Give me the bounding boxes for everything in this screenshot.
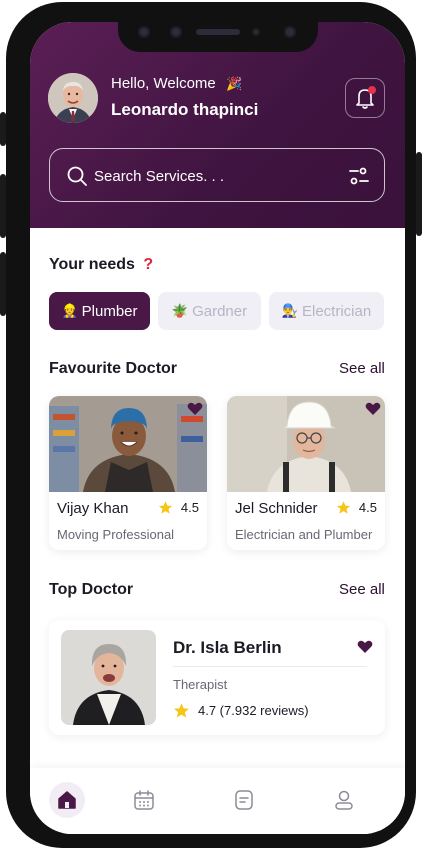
- greeting-label: Hello, Welcome: [111, 75, 216, 92]
- notch: [118, 22, 318, 52]
- needs-title-text: Your needs: [49, 256, 135, 273]
- camera-dot: [170, 26, 182, 38]
- mute-switch: [0, 112, 6, 146]
- card-name: Vijay Khan: [57, 500, 129, 517]
- plumber-icon: 👷: [61, 303, 78, 318]
- nav-profile[interactable]: [326, 782, 362, 818]
- star-icon: [158, 501, 172, 514]
- doctor-rating-text: 4.7 (7.932 reviews): [198, 703, 309, 718]
- profile-icon: [335, 790, 353, 810]
- star-icon: [174, 703, 189, 718]
- card-rating-value: 4.5: [180, 500, 199, 515]
- phone-frame: Hello, Welcome 🎉 Leonardo thapinci Searc…: [0, 2, 422, 848]
- chip-electrician[interactable]: 👨‍🔧 Electrician: [269, 292, 384, 330]
- top-title: Top Doctor: [49, 581, 134, 598]
- notification-badge: [368, 86, 376, 94]
- top-see-all-link[interactable]: See all: [339, 581, 385, 598]
- volume-up-button: [0, 174, 6, 238]
- top-doctor-card[interactable]: Dr. Isla Berlin Therapist 4.7 (7.932 rev…: [49, 620, 385, 735]
- filter-icon[interactable]: [348, 165, 370, 187]
- bell-icon: [356, 89, 374, 109]
- favourite-card-jel[interactable]: Jel Schnider 4.5 Electrician and Plumber: [227, 396, 385, 550]
- chip-plumber[interactable]: 👷 Plumber: [49, 292, 150, 330]
- volume-down-button: [0, 252, 6, 316]
- nav-documents[interactable]: [226, 782, 262, 818]
- favourite-see-all-link[interactable]: See all: [339, 360, 385, 377]
- heart-icon[interactable]: [365, 402, 381, 416]
- front-camera: [284, 26, 296, 38]
- speaker-grille: [196, 29, 240, 35]
- heart-icon[interactable]: [357, 640, 373, 654]
- document-icon: [235, 790, 253, 810]
- calendar-icon: [134, 790, 154, 810]
- home-icon: [58, 791, 76, 809]
- chip-gardner[interactable]: 🪴 Gardner: [158, 292, 261, 330]
- search-input[interactable]: [94, 165, 334, 187]
- vijay-photo: [49, 396, 207, 492]
- sensor-dot: [138, 26, 150, 38]
- favourite-card-vijay[interactable]: Vijay Khan 4.5 Moving Professional: [49, 396, 207, 550]
- bottom-nav: [30, 768, 405, 834]
- card-subtitle: Moving Professional: [57, 527, 175, 542]
- search-bar[interactable]: [49, 148, 385, 202]
- avatar-image: [48, 73, 98, 123]
- card-name: Jel Schnider: [235, 500, 318, 517]
- greeting-text: Hello, Welcome 🎉: [111, 75, 242, 92]
- divider: [173, 666, 367, 667]
- doctor-rating: 4.7 (7.932 reviews): [173, 702, 309, 719]
- search-icon: [67, 166, 87, 186]
- plant-icon: 🪴: [171, 303, 189, 318]
- doctor-photo: [61, 630, 156, 725]
- favourite-title: Favourite Doctor: [49, 360, 178, 377]
- doctor-photo-image: [61, 630, 156, 725]
- power-button: [416, 152, 422, 236]
- chip-gardner-label: Gardner: [192, 302, 248, 320]
- doctor-name: Dr. Isla Berlin: [173, 638, 282, 657]
- doctor-role: Therapist: [173, 677, 228, 692]
- question-icon: ?: [143, 256, 154, 273]
- app-screen: Hello, Welcome 🎉 Leonardo thapinci Searc…: [30, 22, 405, 834]
- nav-home[interactable]: [49, 782, 85, 818]
- jel-photo: [227, 396, 385, 492]
- electrician-icon: 👨‍🔧: [281, 303, 298, 318]
- heart-icon[interactable]: [187, 402, 203, 416]
- needs-title: Your needs ?: [49, 256, 153, 274]
- card-rating: 4.5: [336, 500, 377, 515]
- nav-calendar[interactable]: [126, 782, 162, 818]
- avatar[interactable]: [48, 73, 98, 123]
- header: Hello, Welcome 🎉 Leonardo thapinci: [30, 22, 405, 228]
- card-rating-value: 4.5: [358, 500, 377, 515]
- star-icon: [336, 501, 350, 514]
- card-subtitle: Electrician and Plumber: [235, 527, 373, 542]
- chip-electrician-label: Electrician: [301, 302, 372, 320]
- party-icon: 🎉: [225, 76, 243, 91]
- chip-plumber-label: Plumber: [81, 302, 138, 320]
- card-rating: 4.5: [158, 500, 199, 515]
- notification-button[interactable]: [345, 78, 385, 118]
- proximity-dot: [252, 28, 260, 36]
- user-name: Leonardo thapinci: [111, 100, 259, 119]
